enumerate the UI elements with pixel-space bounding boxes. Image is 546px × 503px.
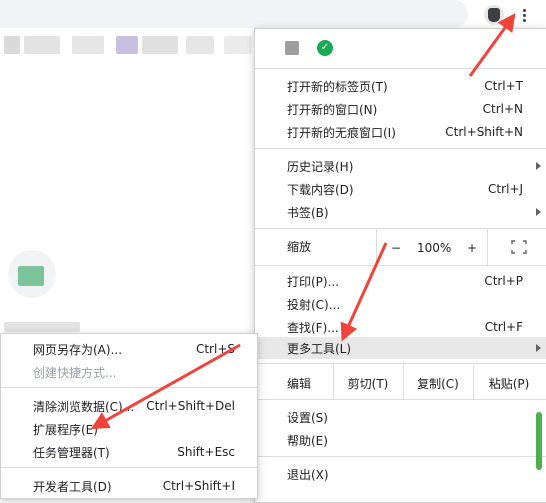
submenu-arrow-icon <box>536 162 541 170</box>
address-bar[interactable] <box>0 0 468 28</box>
menu-divider <box>1 467 257 468</box>
menu-item-find[interactable]: 查找(F)... Ctrl+F <box>255 316 546 338</box>
green-check-extension-icon[interactable]: ✓ <box>317 40 333 56</box>
fullscreen-icon[interactable] <box>511 240 527 254</box>
menu-item-cast[interactable]: 投射(C)... <box>255 293 546 315</box>
puzzle-extension-icon[interactable] <box>285 41 299 55</box>
blurred-bookmark <box>4 36 20 54</box>
zoom-level: 100% <box>417 241 452 255</box>
submenu-arrow-icon <box>536 344 541 352</box>
menu-divider <box>1 387 257 388</box>
blurred-bookmark <box>116 36 138 54</box>
submenu-item-task-manager[interactable]: 任务管理器(T) Shift+Esc <box>1 441 257 463</box>
shortcut-tile-icon <box>18 266 44 286</box>
menu-item-exit[interactable]: 退出(X) <box>255 463 546 485</box>
blurred-bookmark <box>72 36 104 54</box>
menu-divider <box>255 399 546 400</box>
menu-item-settings[interactable]: 设置(S) <box>255 406 546 428</box>
blurred-bookmark <box>142 36 178 54</box>
menu-item-help[interactable]: 帮助(E) <box>255 429 546 451</box>
copy-button[interactable]: 复制(C) <box>403 372 473 394</box>
menu-divider <box>255 456 546 457</box>
menu-item-history[interactable]: 历史记录(H) <box>255 155 546 177</box>
submenu-item-extensions[interactable]: 扩展程序(E) <box>1 418 257 440</box>
blurred-tile-label <box>4 322 80 332</box>
paste-button[interactable]: 粘贴(P) <box>473 372 545 394</box>
zoom-divider <box>487 229 488 265</box>
submenu-arrow-icon <box>536 208 541 216</box>
menu-divider <box>255 228 546 229</box>
menu-item-new-incognito[interactable]: 打开新的无痕窗口(I) Ctrl+Shift+N <box>255 121 546 143</box>
menu-item-downloads[interactable]: 下载内容(D) Ctrl+J <box>255 178 546 200</box>
submenu-item-create-shortcut: 创建快捷方式... <box>33 365 117 380</box>
menu-divider <box>255 363 546 364</box>
zoom-out-button[interactable]: − <box>391 237 401 259</box>
blurred-bookmark <box>24 36 60 54</box>
submenu-item-dev-tools[interactable]: 开发者工具(D) Ctrl+Shift+I <box>1 475 257 497</box>
chrome-main-menu: ✓ 打开新的标签页(T) Ctrl+T 打开新的窗口(N) Ctrl+N 打开新… <box>254 28 546 503</box>
scrollbar-thumb[interactable] <box>536 412 542 470</box>
zoom-divider <box>376 229 377 265</box>
more-tools-submenu: 网页另存为(A)... Ctrl+S 创建快捷方式... 清除浏览数据(C)..… <box>0 333 258 499</box>
zoom-in-button[interactable]: + <box>467 237 477 259</box>
profile-avatar-icon[interactable] <box>484 5 504 25</box>
menu-divider <box>255 265 546 266</box>
three-dot-menu-icon[interactable] <box>514 4 534 26</box>
menu-item-new-window[interactable]: 打开新的窗口(N) Ctrl+N <box>255 98 546 120</box>
submenu-item-clear-data[interactable]: 清除浏览数据(C)... Ctrl+Shift+Del <box>1 395 257 417</box>
blurred-bookmark <box>224 36 252 54</box>
blurred-bookmark <box>186 36 214 54</box>
menu-item-more-tools[interactable]: 更多工具(L) <box>255 337 546 359</box>
menu-item-print[interactable]: 打印(P)... Ctrl+P <box>255 270 546 292</box>
menu-divider <box>255 68 546 69</box>
submenu-item-save-page[interactable]: 网页另存为(A)... Ctrl+S <box>1 338 257 360</box>
menu-item-new-tab[interactable]: 打开新的标签页(T) Ctrl+T <box>255 75 546 97</box>
menu-divider <box>255 148 546 149</box>
menu-item-bookmarks[interactable]: 书签(B) <box>255 201 546 223</box>
cut-button[interactable]: 剪切(T) <box>333 372 403 394</box>
